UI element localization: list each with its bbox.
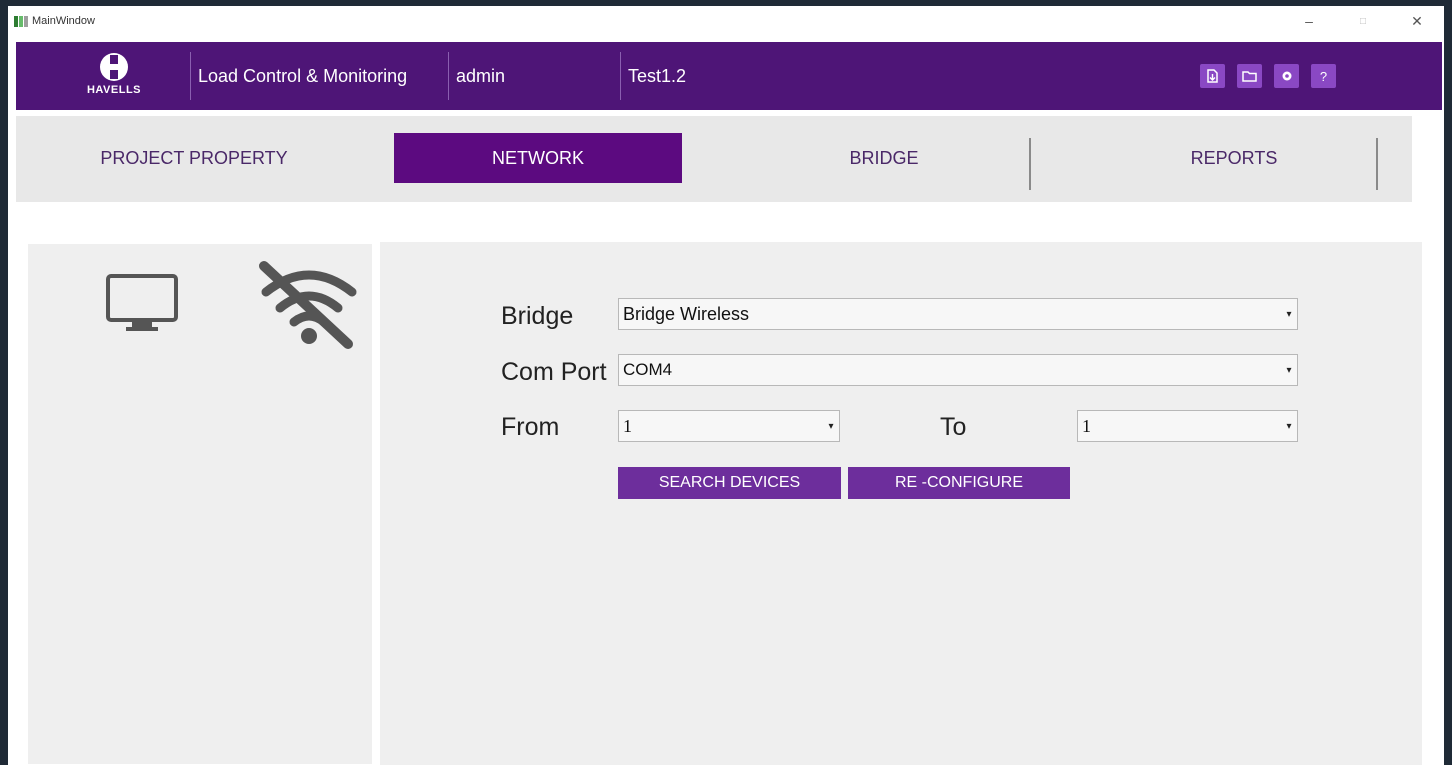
comport-label: Com Port	[501, 358, 607, 386]
header-divider	[620, 52, 621, 100]
bridge-select[interactable]: Bridge Wireless ▾	[618, 298, 1298, 330]
comport-select[interactable]: COM4 ▾	[618, 354, 1298, 386]
from-select[interactable]: 1 ▾	[618, 410, 840, 442]
from-label: From	[501, 413, 560, 441]
chevron-down-icon: ▾	[1286, 308, 1292, 320]
from-select-value: 1	[623, 415, 632, 436]
project-name: Test1.2	[628, 66, 687, 86]
tab-network[interactable]: NETWORK	[394, 133, 682, 183]
search-devices-button[interactable]: SEARCH DEVICES	[618, 467, 841, 499]
header-divider	[190, 52, 191, 100]
help-button[interactable]: ?	[1311, 64, 1336, 88]
tab-bridge[interactable]: BRIDGE	[716, 133, 1052, 183]
chevron-down-icon: ▾	[828, 420, 834, 432]
main-tabs: PROJECT PROPERTY NETWORK BRIDGE REPORTS	[16, 116, 1412, 202]
reconfigure-button[interactable]: RE -CONFIGURE	[848, 467, 1070, 499]
minimize-icon: –	[1305, 13, 1313, 29]
settings-icon	[1282, 71, 1291, 81]
folder-icon	[1242, 71, 1257, 82]
network-form-panel: Bridge Bridge Wireless ▾ Com Port COM4 ▾…	[380, 242, 1422, 765]
app-header: HAVELLS Load Control & Monitoring admin …	[16, 42, 1442, 110]
tab-project-property[interactable]: PROJECT PROPERTY	[16, 133, 372, 183]
wifi-off-icon	[259, 261, 357, 349]
export-icon	[1207, 69, 1218, 83]
tab-divider	[1376, 138, 1378, 190]
tab-divider	[1029, 138, 1031, 190]
monitor-icon	[106, 274, 178, 331]
status-panel	[28, 244, 372, 764]
havells-logo: HAVELLS	[74, 52, 154, 104]
window-title: MainWindow	[32, 15, 95, 27]
open-folder-button[interactable]	[1237, 64, 1262, 88]
tab-label: REPORTS	[1190, 147, 1278, 168]
title-bar: MainWindow – □ ✕	[8, 6, 1444, 36]
settings-button[interactable]	[1274, 64, 1299, 88]
maximize-button[interactable]: □	[1336, 6, 1390, 36]
maximize-icon: □	[1359, 15, 1367, 27]
tab-label: NETWORK	[492, 147, 584, 168]
tab-reports[interactable]: REPORTS	[1070, 133, 1398, 183]
app-name: Load Control & Monitoring	[198, 66, 408, 86]
help-icon: ?	[1319, 68, 1328, 84]
app-icon	[14, 15, 28, 27]
comport-select-value: COM4	[623, 360, 673, 379]
chevron-down-icon: ▾	[1286, 364, 1292, 376]
minimize-button[interactable]: –	[1282, 6, 1336, 36]
to-label: To	[940, 413, 967, 441]
user-name: admin	[456, 66, 506, 86]
bridge-label: Bridge	[501, 302, 574, 330]
header-toolbar: ?	[1200, 64, 1336, 88]
to-select[interactable]: 1 ▾	[1077, 410, 1298, 442]
tab-label: BRIDGE	[849, 147, 919, 168]
bridge-select-value: Bridge Wireless	[623, 303, 750, 324]
window-controls: – □ ✕	[1282, 6, 1444, 36]
havells-logo-icon	[100, 53, 128, 81]
chevron-down-icon: ▾	[1286, 420, 1292, 432]
logo-text: HAVELLS	[86, 84, 142, 96]
tab-label: PROJECT PROPERTY	[100, 147, 288, 168]
export-button[interactable]	[1200, 64, 1225, 88]
main-window: MainWindow – □ ✕ HAVELLS Load Control & …	[8, 6, 1444, 765]
close-icon: ✕	[1411, 12, 1423, 29]
to-select-value: 1	[1082, 415, 1091, 436]
content-area: Bridge Bridge Wireless ▾ Com Port COM4 ▾…	[16, 202, 1442, 765]
header-divider	[448, 52, 449, 100]
close-button[interactable]: ✕	[1390, 6, 1444, 36]
